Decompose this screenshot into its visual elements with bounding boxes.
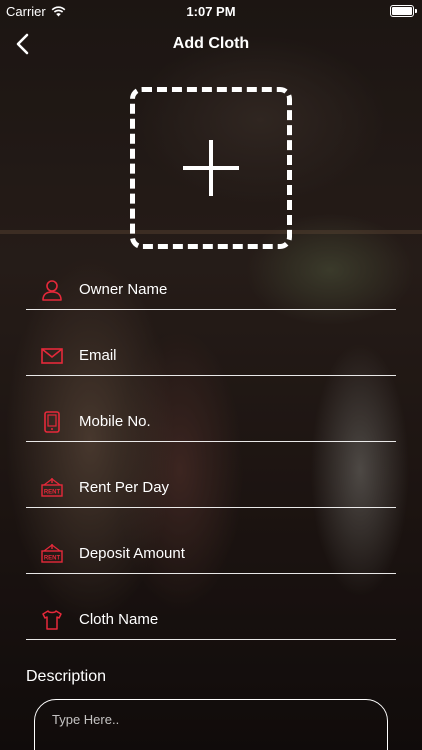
rent-per-day-field[interactable]: RENT Rent Per Day [26,468,396,508]
person-icon [42,280,62,301]
cloth-name-label: Cloth Name [79,611,159,628]
rent-tag-icon: RENT [41,544,63,563]
description-label: Description [26,668,107,685]
svg-text:RENT: RENT [44,556,61,562]
cloth-name-field[interactable]: Cloth Name [26,600,396,640]
deposit-amount-field[interactable]: RENT Deposit Amount [26,534,396,574]
rent-per-day-label: Rent Per Day [79,479,170,496]
email-field[interactable]: Email [26,336,396,376]
description-textarea[interactable]: Type Here.. [34,699,388,750]
owner-name-field[interactable]: Owner Name [26,270,396,310]
description-placeholder: Type Here.. [52,712,120,727]
clock: 1:07 PM [186,4,236,19]
rent-tag-icon: RENT [41,478,63,497]
status-bar: Carrier 1:07 PM [0,0,422,22]
navigation-bar: Add Cloth [0,26,422,62]
owner-name-label: Owner Name [79,281,168,298]
deposit-amount-label: Deposit Amount [79,545,185,562]
battery-icon [390,5,417,17]
mobile-icon [44,411,60,433]
email-label: Email [79,347,117,364]
svg-text:RENT: RENT [44,490,61,496]
shirt-icon [42,610,62,630]
mobile-label: Mobile No. [79,413,151,430]
page-title: Add Cloth [172,35,250,52]
mobile-field[interactable]: Mobile No. [26,402,396,442]
add-photo-button[interactable] [130,87,292,249]
mail-icon [41,348,63,364]
plus-icon [183,140,239,196]
